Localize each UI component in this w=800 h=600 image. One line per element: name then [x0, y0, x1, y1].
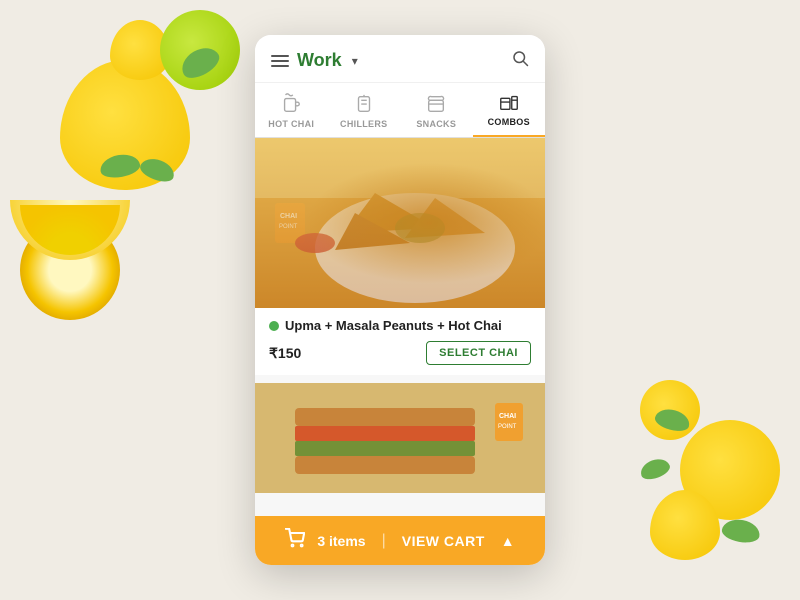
phone-frame: Work ▾ HOT CHAI C [255, 35, 545, 565]
tab-chillers-label: CHILLERS [340, 119, 387, 129]
chillers-icon [353, 93, 375, 115]
lemon-right-1 [680, 420, 780, 520]
food-image-2: CHAI POINT [255, 383, 545, 493]
lemon-half-decoration [10, 200, 130, 260]
samosa-image: CHAI POINT [255, 138, 545, 308]
cart-items-count: 3 items [317, 533, 365, 549]
food-price-row-1: ₹150 SELECT CHAI [269, 341, 531, 365]
category-tabs: HOT CHAI CHILLERS SNACKS [255, 83, 545, 138]
search-button[interactable] [511, 49, 529, 72]
leaf-decoration-1 [176, 42, 223, 84]
lemon-decoration [60, 60, 190, 190]
svg-text:POINT: POINT [279, 224, 298, 230]
location-title[interactable]: Work [297, 50, 342, 71]
tab-hot-chai-label: HOT CHAI [268, 119, 314, 129]
content-area[interactable]: CHAI POINT Upma + Masala Peanuts + Hot C… [255, 138, 545, 516]
svg-text:CHAI: CHAI [499, 413, 516, 420]
food-image-1: CHAI POINT [255, 138, 545, 308]
app-header: Work ▾ [255, 35, 545, 83]
leaf-decoration-2 [138, 155, 178, 186]
tab-combos[interactable]: COMBOS [473, 91, 546, 137]
combos-icon [498, 91, 520, 113]
tab-chillers[interactable]: CHILLERS [328, 93, 401, 137]
lemon-slice-decoration [20, 220, 120, 320]
lime-decoration [160, 10, 240, 90]
food-card-2: CHAI POINT [255, 383, 545, 493]
lemon-right-2 [650, 490, 720, 560]
food-name-1: Upma + Masala Peanuts + Hot Chai [285, 318, 502, 333]
leaf-right-1 [653, 406, 692, 434]
lemon-right-3 [640, 380, 700, 440]
cart-chevron-icon: ▲ [501, 533, 515, 549]
sandwich-svg: CHAI POINT [255, 383, 545, 493]
cart-bar[interactable]: 3 items | VIEW CART ▲ [255, 516, 545, 565]
tab-snacks-label: SNACKS [416, 119, 456, 129]
leaf-right-3 [720, 517, 761, 545]
select-chai-button-1[interactable]: SELECT CHAI [426, 341, 531, 365]
food-name-row-1: Upma + Masala Peanuts + Hot Chai [269, 318, 531, 333]
food-details-1: Upma + Masala Peanuts + Hot Chai ₹150 SE… [255, 308, 545, 375]
tab-snacks[interactable]: SNACKS [400, 93, 473, 137]
tab-hot-chai[interactable]: HOT CHAI [255, 93, 328, 137]
svg-text:POINT: POINT [498, 424, 517, 430]
view-cart-button[interactable]: VIEW CART [402, 533, 485, 549]
veg-indicator-1 [269, 321, 279, 331]
menu-icon[interactable] [271, 55, 289, 67]
leaf-right-2 [638, 455, 672, 482]
food-price-1: ₹150 [269, 345, 301, 362]
dropdown-icon[interactable]: ▾ [352, 54, 358, 68]
lemon-decoration-small [110, 20, 170, 80]
hot-chai-icon [280, 93, 302, 115]
svg-text:CHAI: CHAI [280, 213, 297, 220]
header-left: Work ▾ [271, 50, 358, 71]
samosa-svg: CHAI POINT [255, 138, 545, 308]
tab-combos-label: COMBOS [488, 117, 530, 127]
food-card-1: CHAI POINT Upma + Masala Peanuts + Hot C… [255, 138, 545, 375]
sandwich-image: CHAI POINT [255, 383, 545, 493]
cart-icon [285, 528, 305, 553]
leaf-decoration-3 [98, 152, 141, 181]
cart-divider: | [382, 532, 386, 550]
snacks-icon [425, 93, 447, 115]
